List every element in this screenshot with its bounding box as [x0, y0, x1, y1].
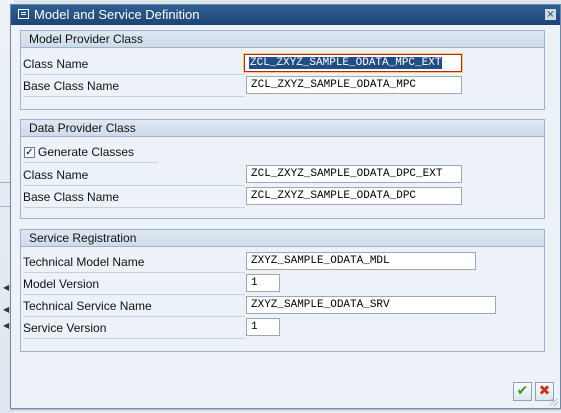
dpc-class-name-field[interactable]: ZCL_ZXYZ_SAMPLE_ODATA_DPC_EXT — [246, 165, 462, 183]
mpc-base-class-field[interactable]: ZCL_ZXYZ_SAMPLE_ODATA_MPC — [246, 76, 462, 94]
label-underline — [23, 96, 245, 97]
cancel-icon: ✖ — [538, 383, 551, 399]
mpc-class-name-label: Class Name — [23, 57, 89, 71]
label-underline — [23, 294, 245, 295]
data-provider-group: Data Provider Class ✓ Generate Classes C… — [20, 119, 545, 219]
service-version-field[interactable]: 1 — [246, 318, 280, 336]
tech-model-name-field[interactable]: ZXYZ_SAMPLE_ODATA_MDL — [246, 252, 476, 270]
label-underline — [23, 185, 245, 186]
tech-service-name-field[interactable]: ZXYZ_SAMPLE_ODATA_SRV — [246, 296, 496, 314]
background-arrow-icon: ◀ — [3, 321, 10, 330]
dialog-title: Model and Service Definition — [34, 7, 200, 22]
label-underline — [23, 316, 245, 317]
label-underline — [23, 272, 245, 273]
tech-model-name-label: Technical Model Name — [23, 255, 145, 269]
service-registration-header: Service Registration — [21, 230, 544, 247]
generate-classes-checkbox[interactable]: ✓ — [24, 147, 35, 158]
dpc-base-class-field[interactable]: ZCL_ZXYZ_SAMPLE_ODATA_DPC — [246, 187, 462, 205]
data-provider-header: Data Provider Class — [21, 120, 544, 137]
service-registration-group: Service Registration Technical Model Nam… — [20, 229, 545, 352]
model-provider-group: Model Provider Class Class Name ZCL_ZXYZ… — [20, 30, 545, 110]
tech-service-name-label: Technical Service Name — [23, 299, 152, 313]
generate-classes-label[interactable]: Generate Classes — [38, 145, 134, 159]
resize-grip[interactable] — [550, 398, 558, 406]
dpc-base-class-label: Base Class Name — [23, 190, 120, 204]
model-version-label: Model Version — [23, 277, 100, 291]
label-underline — [23, 162, 158, 163]
dialog-titlebar[interactable]: Model and Service Definition × — [11, 5, 560, 25]
model-provider-header: Model Provider Class — [21, 31, 544, 48]
label-underline — [23, 207, 245, 208]
checkmark-icon: ✔ — [516, 383, 529, 399]
model-service-dialog: Model and Service Definition × Model Pro… — [10, 4, 561, 409]
dpc-class-name-label: Class Name — [23, 168, 89, 182]
service-version-label: Service Version — [23, 321, 107, 335]
mpc-base-class-label: Base Class Name — [23, 79, 120, 93]
app-icon — [18, 9, 29, 19]
label-underline — [23, 338, 245, 339]
close-icon[interactable]: × — [545, 9, 556, 20]
label-underline — [23, 74, 245, 75]
model-version-field[interactable]: 1 — [246, 274, 280, 292]
continue-button[interactable]: ✔ — [513, 382, 532, 401]
mpc-class-name-field[interactable]: ZCL_ZXYZ_SAMPLE_ODATA_MPC_EXT — [243, 53, 463, 73]
background-arrow-icon: ◀ — [3, 283, 10, 292]
background-arrow-icon: ◀ — [3, 305, 10, 314]
